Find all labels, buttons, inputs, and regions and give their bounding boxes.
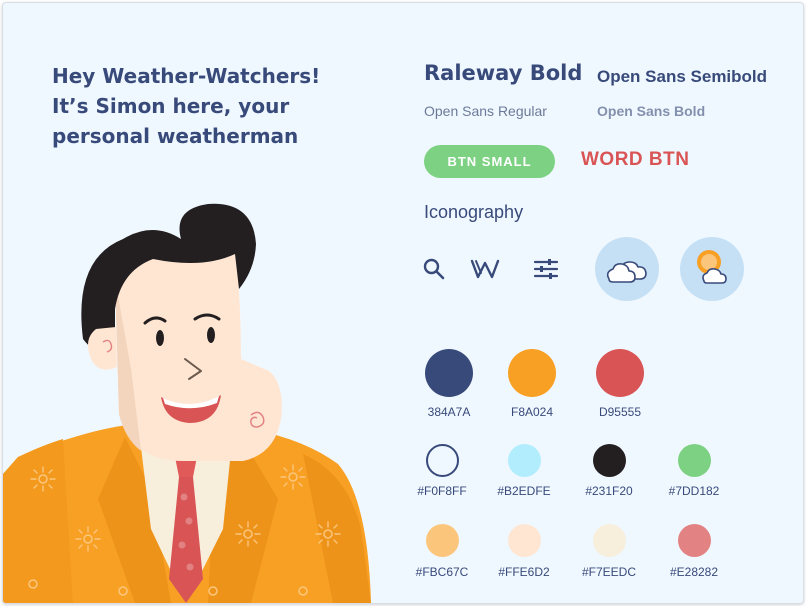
open-sans-regular-sample: Open Sans Regular — [424, 103, 547, 119]
color-swatch — [592, 444, 626, 477]
raleway-bold-sample: Raleway Bold — [424, 61, 583, 85]
color-swatch — [425, 349, 473, 397]
color-swatch — [425, 444, 459, 477]
w-logo-icon[interactable] — [470, 257, 500, 281]
color-swatch-label: #FFE6D2 — [498, 565, 550, 579]
color-swatch — [677, 524, 711, 557]
partly-sunny-icon[interactable] — [680, 237, 744, 301]
style-guide-card: Hey Weather-Watchers! It’s Simon here, y… — [2, 2, 804, 604]
color-swatch-label: D95555 — [598, 405, 642, 419]
color-swatch-label: #FBC67C — [415, 565, 469, 579]
color-swatch — [507, 444, 541, 477]
color-swatch — [677, 444, 711, 477]
color-swatch — [592, 524, 626, 557]
color-swatch — [508, 349, 556, 397]
word-button[interactable]: WORD BTN — [581, 149, 689, 171]
color-swatch-label: F8A024 — [510, 405, 554, 419]
headline-line-2: It’s Simon here, your — [52, 94, 290, 118]
search-icon[interactable] — [422, 257, 446, 281]
color-swatch-label: #F0F8FF — [417, 484, 467, 498]
btn-small-button[interactable]: BTN SMALL — [424, 145, 555, 178]
color-swatch-label: #E28282 — [669, 565, 719, 579]
color-swatch-label: #231F20 — [585, 484, 633, 498]
simon-weatherman-illustration — [3, 203, 371, 603]
iconography-heading: Iconography — [424, 202, 524, 222]
open-sans-semibold-sample: Open Sans Semibold — [597, 67, 768, 86]
color-swatch — [596, 349, 644, 397]
color-swatch-label: #F7EEDC — [581, 565, 637, 579]
headline-line-1: Hey Weather-Watchers! — [52, 64, 321, 88]
color-swatch — [507, 524, 541, 557]
cloudy-icon[interactable] — [595, 237, 659, 301]
color-swatch — [425, 524, 459, 557]
open-sans-bold-sample: Open Sans Bold — [597, 103, 706, 119]
color-swatch-label: #B2EDFE — [497, 484, 551, 498]
color-swatch-label: #7DD182 — [668, 484, 720, 498]
headline-line-3: personal weatherman — [52, 124, 299, 148]
color-swatch-label: 384A7A — [427, 405, 471, 419]
sliders-icon[interactable] — [533, 257, 559, 281]
greeting-headline: Hey Weather-Watchers! It’s Simon here, y… — [52, 61, 372, 151]
